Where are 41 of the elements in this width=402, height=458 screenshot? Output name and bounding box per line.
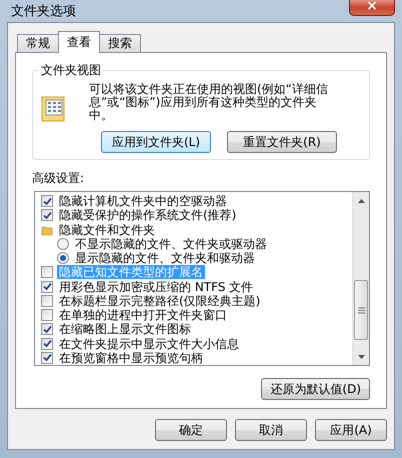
folder-button[interactable]: 应用到文件夹(L) <box>101 131 211 153</box>
option-label: 不显示隐藏的文件、文件夹或驱动器 <box>74 236 268 251</box>
scroll-up-icon[interactable] <box>358 198 364 202</box>
radio-button[interactable] <box>57 238 69 250</box>
folder-icon <box>41 224 53 236</box>
checkbox[interactable] <box>41 352 53 364</box>
setting-label: 隐藏计算机文件夹中的空驱动器 <box>58 194 228 208</box>
scroll-thumb[interactable] <box>354 280 368 340</box>
checkbox[interactable] <box>41 309 53 322</box>
option-label: 显示隐藏的文件、文件夹和驱动器 <box>74 251 256 266</box>
setting-label: 隐藏受保护的操作系统文件(推荐) <box>58 208 238 222</box>
setting-label: 隐藏文件和文件夹 <box>58 222 156 237</box>
checkbox[interactable] <box>41 280 53 293</box>
dialog-button[interactable]: 取消 <box>235 419 307 441</box>
checkbox[interactable] <box>41 209 53 222</box>
setting-label: 在文件夹提示中显示文件大小信息 <box>58 336 240 351</box>
group-title: 文件夹视图 <box>39 62 103 79</box>
close-button[interactable]: × <box>349 0 395 16</box>
setting-label: 在缩略图上显示文件图标 <box>58 322 192 336</box>
setting-label: 在单独的进程中打开文件夹窗口 <box>58 308 228 322</box>
advanced-settings-label: 高级设置: <box>32 170 86 187</box>
setting-label: 在标题栏显示完整路径(仅限经典主题) <box>58 294 262 308</box>
description-text: 可以将该文件夹正在使用的视图(例如“详细信息”或“图标”)应用到所有这种类型的文件夹中。 <box>89 83 329 122</box>
restore-defaults-button[interactable]: 还原为默认值(D) <box>261 378 370 400</box>
checkbox[interactable] <box>41 266 53 278</box>
folder-button[interactable]: 重置文件夹(R) <box>227 131 337 153</box>
radio-button[interactable] <box>57 252 69 264</box>
tab[interactable]: 搜索 <box>99 34 141 53</box>
checkbox[interactable] <box>41 323 53 336</box>
setting-label: 用彩色显示加密或压缩的 NTFS 文件 <box>58 280 254 294</box>
dialog-button[interactable]: 应用(A) <box>315 419 387 441</box>
dialog-button[interactable]: 确定 <box>155 419 227 441</box>
setting-label: 隐藏已知文件类型的扩展名 <box>57 265 205 280</box>
scroll-down-icon[interactable] <box>358 354 364 358</box>
checkbox[interactable] <box>41 338 53 350</box>
window-title: 文件夹选项 <box>11 3 76 20</box>
setting-label: 在预览窗格中显示预览句柄 <box>58 350 204 365</box>
checkbox[interactable] <box>41 195 53 208</box>
checkbox[interactable] <box>41 294 53 307</box>
tab[interactable]: 常规 <box>17 34 59 53</box>
tab[interactable]: 查看 <box>58 31 100 53</box>
